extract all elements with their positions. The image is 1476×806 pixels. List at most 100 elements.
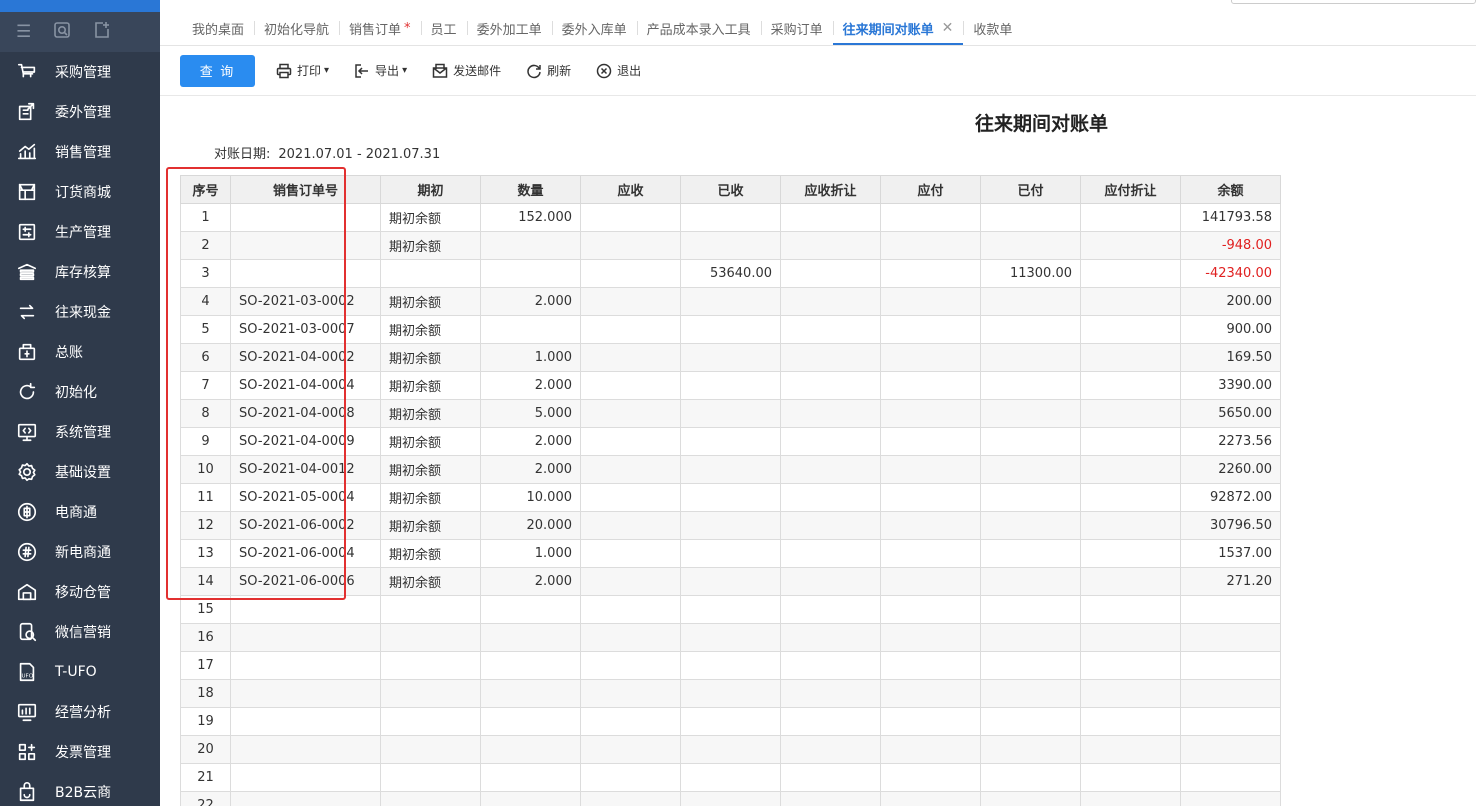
- table-cell[interactable]: 期初余额: [380, 483, 481, 512]
- table-cell[interactable]: 期初余额: [380, 455, 481, 484]
- table-cell[interactable]: [580, 371, 681, 400]
- tab-4[interactable]: 委外加工单: [466, 11, 552, 45]
- table-cell[interactable]: [380, 259, 481, 288]
- table-cell[interactable]: [880, 259, 981, 288]
- table-cell[interactable]: [580, 455, 681, 484]
- table-cell[interactable]: 5.000: [480, 399, 581, 428]
- table-cell[interactable]: [580, 651, 681, 680]
- table-cell[interactable]: 8: [180, 399, 231, 428]
- table-cell[interactable]: 6: [180, 343, 231, 372]
- sidebar-item-outsource[interactable]: 委外管理: [0, 92, 160, 132]
- table-cell[interactable]: SO-2021-05-0004: [230, 483, 381, 512]
- table-row[interactable]: 22: [180, 791, 1281, 806]
- table-cell[interactable]: 1.000: [480, 539, 581, 568]
- table-cell[interactable]: [680, 455, 781, 484]
- table-cell[interactable]: [480, 231, 581, 260]
- sidebar-item-mobile-warehouse[interactable]: 移动仓管: [0, 572, 160, 612]
- table-cell[interactable]: SO-2021-04-0002: [230, 343, 381, 372]
- table-cell[interactable]: [980, 287, 1081, 316]
- table-cell[interactable]: 20: [180, 735, 231, 764]
- table-cell[interactable]: [980, 427, 1081, 456]
- table-cell[interactable]: [880, 427, 981, 456]
- table-cell[interactable]: [480, 315, 581, 344]
- sidebar-item-wechat[interactable]: 微信营销: [0, 612, 160, 652]
- table-cell[interactable]: [880, 735, 981, 764]
- sidebar-item-ledger[interactable]: 总账: [0, 332, 160, 372]
- table-cell[interactable]: [780, 287, 881, 316]
- table-cell[interactable]: [780, 399, 881, 428]
- table-cell[interactable]: [1080, 231, 1181, 260]
- column-header[interactable]: 应收: [580, 175, 681, 204]
- sidebar-item-purchase[interactable]: 采购管理: [0, 52, 160, 92]
- table-cell[interactable]: [580, 707, 681, 736]
- table-cell[interactable]: [1080, 483, 1181, 512]
- table-cell[interactable]: [1080, 763, 1181, 792]
- table-cell[interactable]: SO-2021-06-0002: [230, 511, 381, 540]
- table-cell[interactable]: [880, 679, 981, 708]
- table-row[interactable]: 14 SO-2021-06-0006 期初余额 2.000 271.20: [180, 567, 1281, 596]
- table-cell[interactable]: [580, 483, 681, 512]
- column-header[interactable]: 应收折让: [780, 175, 881, 204]
- table-cell[interactable]: [580, 203, 681, 232]
- table-cell[interactable]: [980, 399, 1081, 428]
- table-cell[interactable]: -42340.00: [1180, 259, 1281, 288]
- table-row[interactable]: 12 SO-2021-06-0002 期初余额 20.000 30796.50: [180, 511, 1281, 540]
- sidebar-item-ufo[interactable]: UFO T-UFO: [0, 652, 160, 692]
- table-cell[interactable]: 53640.00: [680, 259, 781, 288]
- table-cell[interactable]: [480, 623, 581, 652]
- table-cell[interactable]: [230, 203, 381, 232]
- table-cell[interactable]: [580, 539, 681, 568]
- column-header[interactable]: 已收: [680, 175, 781, 204]
- table-cell[interactable]: [780, 371, 881, 400]
- table-cell[interactable]: [230, 763, 381, 792]
- table-cell[interactable]: [980, 707, 1081, 736]
- table-cell[interactable]: [880, 343, 981, 372]
- table-cell[interactable]: [1080, 539, 1181, 568]
- table-row[interactable]: 10 SO-2021-04-0012 期初余额 2.000 2260.00: [180, 455, 1281, 484]
- table-row[interactable]: 8 SO-2021-04-0008 期初余额 5.000 5650.00: [180, 399, 1281, 428]
- exit-button[interactable]: 退出: [595, 62, 641, 80]
- table-cell[interactable]: [480, 763, 581, 792]
- table-cell[interactable]: 21: [180, 763, 231, 792]
- table-cell[interactable]: 169.50: [1180, 343, 1281, 372]
- table-cell[interactable]: 18: [180, 679, 231, 708]
- table-cell[interactable]: [230, 259, 381, 288]
- table-cell[interactable]: 期初余额: [380, 511, 481, 540]
- table-cell[interactable]: [1080, 735, 1181, 764]
- table-cell[interactable]: 19: [180, 707, 231, 736]
- table-cell[interactable]: [230, 651, 381, 680]
- table-cell[interactable]: [980, 539, 1081, 568]
- table-cell[interactable]: 15: [180, 595, 231, 624]
- table-cell[interactable]: 期初余额: [380, 203, 481, 232]
- table-cell[interactable]: [480, 735, 581, 764]
- table-cell[interactable]: [1080, 595, 1181, 624]
- sidebar-item-invoice[interactable]: 发票管理: [0, 732, 160, 772]
- table-cell[interactable]: [230, 707, 381, 736]
- table-cell[interactable]: [1080, 287, 1181, 316]
- table-cell[interactable]: [780, 455, 881, 484]
- column-header[interactable]: 已付: [980, 175, 1081, 204]
- table-cell[interactable]: [680, 539, 781, 568]
- table-cell[interactable]: [880, 539, 981, 568]
- table-cell[interactable]: 期初余额: [380, 343, 481, 372]
- table-cell[interactable]: [680, 763, 781, 792]
- table-cell[interactable]: [980, 231, 1081, 260]
- table-cell[interactable]: [480, 651, 581, 680]
- tab-5[interactable]: 委外入库单: [551, 11, 637, 45]
- table-cell[interactable]: [680, 371, 781, 400]
- table-cell[interactable]: [980, 763, 1081, 792]
- table-cell[interactable]: [580, 791, 681, 806]
- table-row[interactable]: 6 SO-2021-04-0002 期初余额 1.000 169.50: [180, 343, 1281, 372]
- table-cell[interactable]: [780, 595, 881, 624]
- table-cell[interactable]: 2.000: [480, 427, 581, 456]
- table-cell[interactable]: [1080, 343, 1181, 372]
- table-cell[interactable]: [480, 259, 581, 288]
- table-cell[interactable]: 期初余额: [380, 427, 481, 456]
- table-cell[interactable]: [780, 679, 881, 708]
- table-cell[interactable]: [380, 791, 481, 806]
- tab-2[interactable]: 销售订单 *: [339, 11, 421, 45]
- table-cell[interactable]: [880, 651, 981, 680]
- table-row[interactable]: 18: [180, 679, 1281, 708]
- table-cell[interactable]: [1080, 399, 1181, 428]
- table-cell[interactable]: 10.000: [480, 483, 581, 512]
